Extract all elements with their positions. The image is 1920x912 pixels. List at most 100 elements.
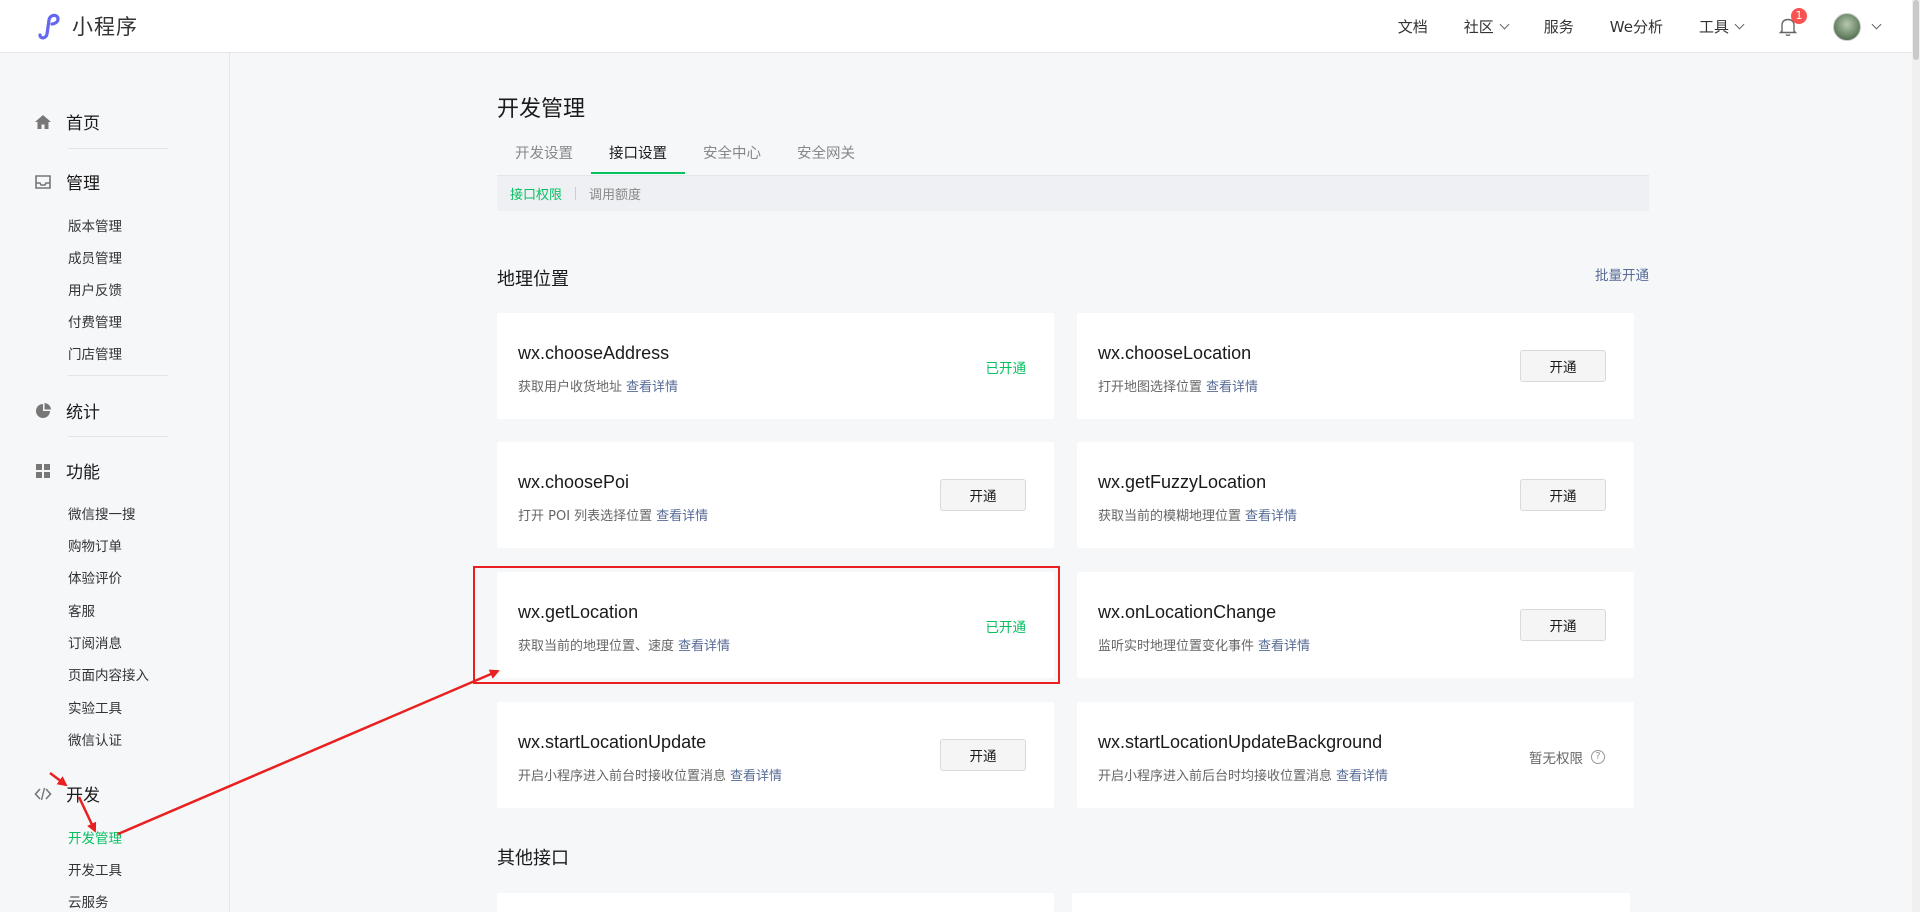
tab-security-center[interactable]: 安全中心 xyxy=(685,144,779,174)
sidebar-item-experiments[interactable]: 实验工具 xyxy=(68,697,122,717)
sidebar-item-dev[interactable]: 开发 xyxy=(34,781,100,806)
sidebar-item-dev-tools[interactable]: 开发工具 xyxy=(68,859,122,879)
miniprogram-logo-icon xyxy=(38,13,60,40)
sidebar-item-stats-label: 统计 xyxy=(66,403,100,423)
divider xyxy=(68,148,168,149)
sidebar-item-features-label: 功能 xyxy=(66,463,100,483)
inbox-icon xyxy=(35,174,51,189)
divider xyxy=(68,375,168,376)
api-description-text: 获取用户收货地址 xyxy=(518,380,623,395)
status-enabled: 已开通 xyxy=(985,361,1027,377)
avatar[interactable] xyxy=(1833,12,1861,41)
api-description-text: 监听实时地理位置变化事件 xyxy=(1098,639,1255,654)
section-title-geo: 地理位置 xyxy=(497,269,569,290)
sidebar-item-versions[interactable]: 版本管理 xyxy=(68,215,122,235)
api-description-text: 开启小程序进入前后台时均接收位置消息 xyxy=(1098,769,1333,784)
notification-badge: 1 xyxy=(1791,7,1807,24)
api-card xyxy=(497,893,1054,912)
api-name: wx.getFuzzyLocation xyxy=(1098,472,1267,492)
scrollbar[interactable] xyxy=(1912,0,1920,912)
sidebar-item-features[interactable]: 功能 xyxy=(34,458,100,483)
api-description: 获取用户收货地址 查看详情 xyxy=(518,376,678,395)
tab-security-gateway[interactable]: 安全网关 xyxy=(779,144,873,174)
annotation-highlight-box xyxy=(473,566,1060,684)
enable-button[interactable]: 开通 xyxy=(940,479,1026,511)
api-name: wx.startLocationUpdateBackground xyxy=(1098,732,1383,752)
api-description: 获取当前的模糊地理位置 查看详情 xyxy=(1098,505,1297,524)
nav-services[interactable]: 服务 xyxy=(1544,16,1574,37)
nav-docs-label: 文档 xyxy=(1397,18,1428,36)
sidebar-item-manage[interactable]: 管理 xyxy=(34,169,100,194)
nav-community[interactable]: 社区 xyxy=(1463,16,1510,37)
api-name: wx.startLocationUpdate xyxy=(518,732,707,752)
nav-tools[interactable]: 工具 xyxy=(1699,16,1745,37)
nav-docs[interactable]: 文档 xyxy=(1398,16,1428,37)
home-icon xyxy=(35,114,51,129)
sidebar-item-manage-label: 管理 xyxy=(66,174,100,194)
chevron-down-icon xyxy=(1499,19,1510,30)
sidebar-item-reviews[interactable]: 体验评价 xyxy=(68,567,122,587)
nav-we-analysis[interactable]: We分析 xyxy=(1610,16,1663,37)
no-permission-label: 暂无权限 xyxy=(1529,751,1583,767)
sidebar-item-page-content[interactable]: 页面内容接入 xyxy=(68,664,149,684)
sidebar-item-dev-manage[interactable]: 开发管理 xyxy=(68,827,122,847)
batch-open-link[interactable]: 批量开通 xyxy=(1595,264,1649,284)
sidebar-item-verification[interactable]: 微信认证 xyxy=(68,729,122,749)
view-details-link[interactable]: 查看详情 xyxy=(730,769,782,784)
enable-button[interactable]: 开通 xyxy=(940,739,1026,771)
enable-button[interactable]: 开通 xyxy=(1520,479,1606,511)
pie-chart-icon xyxy=(36,402,51,418)
sidebar-item-dev-label: 开发 xyxy=(66,786,100,806)
sidebar-item-members[interactable]: 成员管理 xyxy=(68,247,122,267)
view-details-link[interactable]: 查看详情 xyxy=(656,509,708,524)
page-title: 开发管理 xyxy=(497,97,586,122)
tab-api-settings[interactable]: 接口设置 xyxy=(591,144,685,174)
divider xyxy=(68,436,168,437)
sidebar-item-cloud[interactable]: 云服务 xyxy=(68,891,109,911)
enable-button[interactable]: 开通 xyxy=(1520,350,1606,382)
nav-community-label: 社区 xyxy=(1463,18,1494,36)
api-name: wx.choosePoi xyxy=(518,472,630,492)
section-title-other: 其他接口 xyxy=(497,848,569,869)
account-chevron-down-icon[interactable] xyxy=(1871,19,1882,30)
subtab-api-permissions[interactable]: 接口权限 xyxy=(510,184,562,203)
view-details-link[interactable]: 查看详情 xyxy=(1245,509,1297,524)
logo[interactable]: 小程序 xyxy=(34,11,138,41)
subtab-bar: 接口权限 调用额度 xyxy=(497,176,1649,211)
top-bar: 小程序 文档 社区 服务 We分析 工具 1 xyxy=(0,0,1920,53)
sidebar-item-feedback[interactable]: 用户反馈 xyxy=(68,279,122,299)
api-card: wx.startLocationUpdate 开启小程序进入前台时接收位置消息查… xyxy=(497,702,1054,808)
view-details-link[interactable]: 查看详情 xyxy=(1258,639,1310,654)
api-description: 开启小程序进入前后台时均接收位置消息 查看详情 xyxy=(1098,765,1388,784)
api-card: wx.onLocationChange 监听实时地理位置变化事件 查看详情 开通 xyxy=(1077,572,1634,678)
sidebar-item-stats[interactable]: 统计 xyxy=(34,398,100,423)
sidebar-item-stores[interactable]: 门店管理 xyxy=(68,343,122,363)
api-name: wx.onLocationChange xyxy=(1098,602,1277,622)
view-details-link[interactable]: 查看详情 xyxy=(626,380,678,395)
api-description: 打开地图选择位置 查看详情 xyxy=(1098,376,1258,395)
api-card: wx.chooseAddress 获取用户收货地址 查看详情 已开通 xyxy=(497,313,1054,419)
chevron-down-icon xyxy=(1734,19,1745,30)
sidebar-item-wechat-search[interactable]: 微信搜一搜 xyxy=(68,503,136,523)
help-icon[interactable]: ? xyxy=(1591,750,1605,764)
sidebar-item-subscribe-msg[interactable]: 订阅消息 xyxy=(68,632,122,652)
scroll-thumb[interactable] xyxy=(1913,0,1919,60)
enable-button[interactable]: 开通 xyxy=(1520,609,1606,641)
api-description-text: 开启小程序进入前台时接收位置消息 xyxy=(518,769,727,784)
api-description-text: 打开地图选择位置 xyxy=(1098,380,1203,395)
sidebar-item-payment[interactable]: 付费管理 xyxy=(68,311,122,331)
subtab-call-quota[interactable]: 调用额度 xyxy=(589,184,641,203)
api-card: wx.startLocationUpdateBackground 开启小程序进入… xyxy=(1077,702,1634,808)
sidebar: 首页 管理 版本管理 成员管理 用户反馈 付费管理 门店管理 统计 功能 微信搜… xyxy=(0,53,230,912)
sidebar-item-customer-service[interactable]: 客服 xyxy=(68,600,95,620)
api-description-text: 打开 POI 列表选择位置 xyxy=(518,509,653,524)
tab-dev-settings[interactable]: 开发设置 xyxy=(497,144,591,174)
sidebar-item-home-label: 首页 xyxy=(66,114,100,134)
view-details-link[interactable]: 查看详情 xyxy=(1336,769,1388,784)
sidebar-item-orders[interactable]: 购物订单 xyxy=(68,535,122,555)
notifications-button[interactable]: 1 xyxy=(1778,7,1807,37)
view-details-link[interactable]: 查看详情 xyxy=(1206,380,1258,395)
tab-bar: 开发设置 接口设置 安全中心 安全网关 xyxy=(497,144,873,174)
sidebar-item-home[interactable]: 首页 xyxy=(34,109,100,134)
app-name: 小程序 xyxy=(72,15,138,39)
